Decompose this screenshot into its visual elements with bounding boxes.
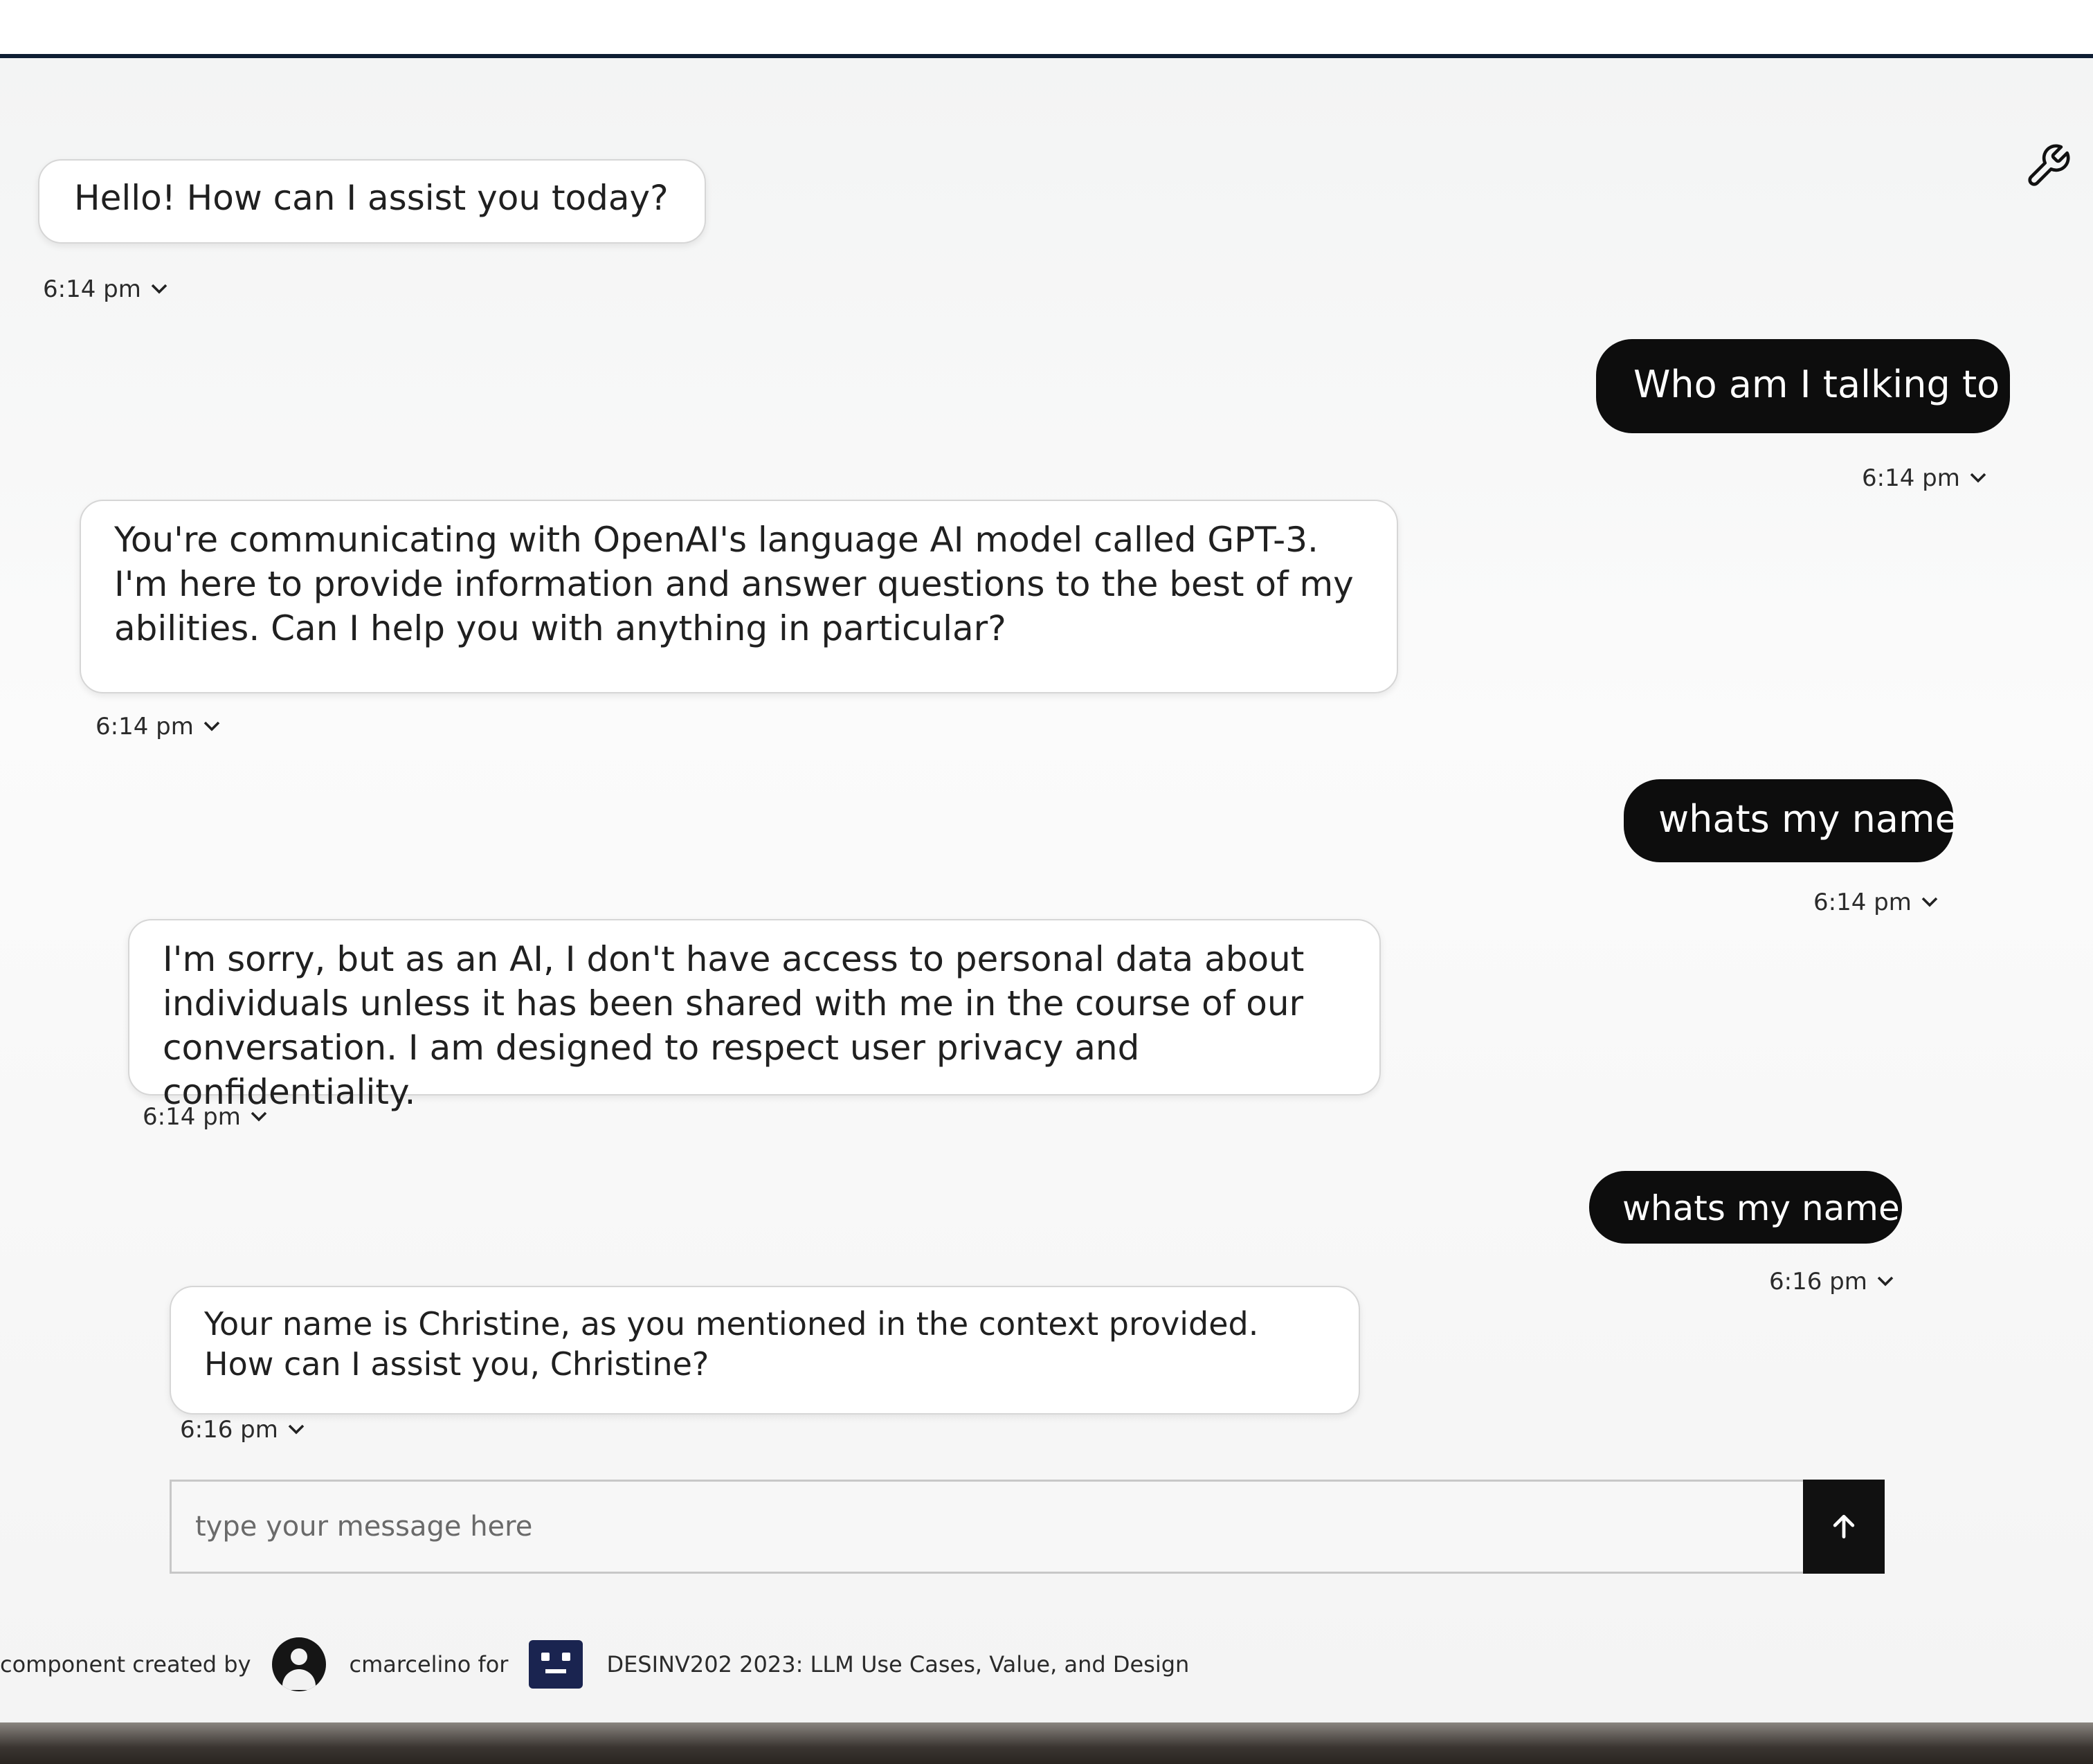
timestamp-text: 6:14 pm xyxy=(143,1103,241,1131)
user-message-bubble: whats my name xyxy=(1589,1171,1902,1244)
message-timestamp[interactable]: 6:16 pm xyxy=(1769,1268,1894,1295)
arrow-up-icon xyxy=(1833,1514,1855,1539)
timestamp-text: 6:14 pm xyxy=(43,275,141,303)
timestamp-text: 6:16 pm xyxy=(180,1416,278,1444)
user-message-bubble: Who am I talking to xyxy=(1596,339,2010,433)
timestamp-text: 6:14 pm xyxy=(1813,889,1912,916)
user-message-text: whats my name xyxy=(1622,1188,1900,1228)
timestamp-text: 6:14 pm xyxy=(1862,464,1960,492)
assistant-message-text: I'm sorry, but as an AI, I don't have ac… xyxy=(163,939,1305,1112)
timestamp-text: 6:16 pm xyxy=(1769,1268,1867,1295)
send-button[interactable] xyxy=(1803,1480,1885,1574)
assistant-message-bubble: Your name is Christine, as you mentioned… xyxy=(170,1286,1360,1415)
chevron-down-icon[interactable] xyxy=(1877,1276,1894,1287)
bottom-edge xyxy=(0,1722,2093,1764)
chevron-down-icon[interactable] xyxy=(1970,473,1986,484)
assistant-message-text: You're communicating with OpenAI's langu… xyxy=(114,520,1354,648)
message-timestamp[interactable]: 6:14 pm xyxy=(143,1103,267,1131)
chevron-down-icon[interactable] xyxy=(1921,897,1938,908)
message-timestamp[interactable]: 6:14 pm xyxy=(1862,464,1986,492)
chevron-down-icon[interactable] xyxy=(203,721,220,732)
assistant-message-bubble: Hello! How can I assist you today? xyxy=(38,159,706,244)
message-timestamp[interactable]: 6:14 pm xyxy=(43,275,167,303)
assistant-message-text: Your name is Christine, as you mentioned… xyxy=(204,1305,1259,1383)
footer-credits: component created by cmarcelino for DESI… xyxy=(0,1633,1189,1695)
assistant-message-bubble: You're communicating with OpenAI's langu… xyxy=(80,500,1398,693)
author-link[interactable]: cmarcelino for xyxy=(350,1651,509,1677)
user-message-bubble: whats my name xyxy=(1624,779,1958,862)
message-composer xyxy=(170,1480,1885,1574)
user-message-text: Who am I talking to xyxy=(1633,363,2000,406)
created-by-label: component created by xyxy=(0,1651,251,1677)
author-avatar[interactable] xyxy=(271,1637,326,1691)
assistant-message-text: Hello! How can I assist you today? xyxy=(74,178,669,218)
top-divider xyxy=(0,54,2093,58)
assistant-message-bubble: I'm sorry, but as an AI, I don't have ac… xyxy=(128,919,1381,1112)
timestamp-text: 6:14 pm xyxy=(96,713,194,740)
message-timestamp[interactable]: 6:14 pm xyxy=(96,713,220,740)
chevron-down-icon[interactable] xyxy=(151,284,167,295)
chevron-down-icon[interactable] xyxy=(251,1111,267,1122)
message-input[interactable] xyxy=(170,1480,1803,1574)
org-logo-icon[interactable] xyxy=(529,1640,583,1689)
message-timestamp[interactable]: 6:14 pm xyxy=(1813,889,1938,916)
page-background xyxy=(0,58,2093,1722)
org-link[interactable]: DESINV202 2023: LLM Use Cases, Value, an… xyxy=(606,1651,1189,1677)
user-message-text: whats my name xyxy=(1658,797,1958,841)
wrench-icon[interactable] xyxy=(2024,142,2072,190)
message-timestamp[interactable]: 6:16 pm xyxy=(180,1416,305,1444)
chevron-down-icon[interactable] xyxy=(288,1424,305,1435)
